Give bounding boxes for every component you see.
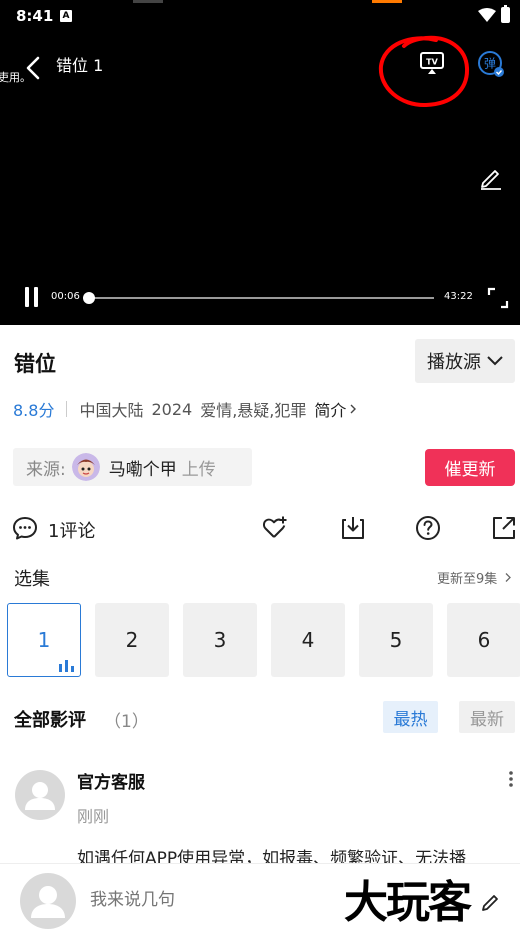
danmu-label: 弹 — [484, 57, 496, 71]
notification-icon: A — [60, 10, 72, 22]
danmu-toggle-icon[interactable]: 弹 — [477, 50, 505, 78]
comment-icon[interactable] — [12, 516, 38, 540]
region: 中国大陆 — [79, 401, 144, 420]
comment-count[interactable]: 1评论 — [48, 517, 95, 543]
intro-link[interactable]: 简介 — [314, 397, 346, 421]
review-author[interactable]: 官方客服 — [77, 768, 145, 793]
total-time: 43:22 — [444, 291, 473, 302]
uploader-info[interactable]: 来源: 马嘞个甲 上传 — [13, 448, 252, 486]
chevron-right-icon — [350, 404, 357, 414]
video-title: 错位 1 — [56, 56, 104, 75]
tv-icon-label: TV — [426, 58, 438, 67]
status-time: 8:41 — [16, 7, 54, 25]
help-icon[interactable] — [415, 515, 441, 541]
default-avatar-icon — [31, 886, 65, 918]
edit-icon[interactable] — [480, 890, 502, 912]
chevron-right-icon — [505, 573, 512, 582]
review-time: 刚刚 — [77, 807, 110, 826]
divider — [66, 401, 68, 417]
progress-knob[interactable] — [82, 292, 95, 304]
episodes-label: 选集 — [14, 569, 50, 590]
chevron-down-icon — [487, 356, 503, 366]
download-icon[interactable] — [340, 515, 366, 541]
episode-item[interactable]: 3 — [183, 603, 257, 677]
danmu-edit-icon[interactable] — [478, 164, 504, 190]
wifi-icon — [478, 8, 496, 22]
share-icon[interactable] — [491, 515, 517, 541]
action-row: 1评论 — [0, 510, 520, 546]
uploader-prefix: 来源: — [26, 459, 66, 480]
episode-number: 5 — [389, 628, 403, 652]
status-bar: 8:41 A — [0, 0, 520, 34]
reviews-title: 全部影评 — [14, 710, 86, 731]
uploader-suffix: 上传 — [181, 459, 216, 480]
uploader-avatar — [71, 453, 100, 481]
year: 2024 — [151, 399, 193, 419]
video-player[interactable]: 8:41 A 吏用。 错位 1 TV 弹 00:06 43:22 — [0, 0, 520, 325]
episode-item[interactable]: 1 — [7, 603, 81, 677]
episode-number: 3 — [213, 628, 227, 652]
episode-number: 2 — [125, 628, 139, 652]
comment-input[interactable] — [90, 890, 330, 910]
default-avatar-icon — [25, 782, 55, 810]
score: 8.8分 — [13, 401, 55, 420]
episode-item[interactable]: 4 — [271, 603, 345, 677]
status-indicator — [133, 0, 163, 3]
status-indicator-orange — [372, 0, 402, 3]
genres: 爱情,悬疑,犯罪 — [200, 401, 307, 420]
episodes-update-link[interactable]: 更新至9集 — [437, 568, 513, 587]
episode-item[interactable]: 2 — [95, 603, 169, 677]
avatar[interactable] — [20, 873, 76, 929]
bottom-comment-bar: 大玩客 — [0, 863, 520, 937]
play-source-label: 播放源 — [427, 352, 481, 373]
episode-number: 4 — [301, 628, 315, 652]
fullscreen-icon[interactable] — [487, 287, 509, 309]
episode-item[interactable]: 6 — [447, 603, 520, 677]
player-controls: 00:06 43:22 — [0, 284, 520, 310]
urge-update-button[interactable]: 催更新 — [425, 449, 515, 486]
episode-item[interactable]: 5 — [359, 603, 433, 677]
pause-button[interactable] — [22, 287, 42, 309]
sort-hot-button[interactable]: 最热 — [383, 701, 438, 733]
episode-number: 1 — [37, 628, 51, 652]
play-source-button[interactable]: 播放源 — [415, 339, 515, 383]
progress-bar[interactable] — [82, 292, 434, 304]
current-time: 00:06 — [51, 291, 80, 302]
watermark-logo: 大玩客 — [344, 877, 472, 928]
episode-list: 1 2 3 4 5 6 — [7, 603, 520, 677]
episodes-update-text: 更新至9集 — [437, 572, 498, 587]
avatar[interactable] — [15, 770, 65, 820]
more-options-icon[interactable] — [506, 770, 516, 788]
uploader-name: 马嘞个甲 — [108, 459, 177, 480]
sort-new-button[interactable]: 最新 — [459, 701, 515, 733]
drama-title: 错位 — [14, 352, 56, 376]
favorite-add-icon[interactable] — [262, 515, 288, 541]
playing-indicator-icon — [59, 660, 74, 672]
episode-number: 6 — [477, 628, 491, 652]
battery-icon — [501, 5, 510, 23]
tv-cast-icon[interactable]: TV — [418, 51, 446, 75]
back-icon[interactable] — [20, 54, 48, 82]
reviews-count: （1） — [104, 712, 149, 732]
meta-row: 8.8分 中国大陆 2024 爱情,悬疑,犯罪 简介 — [13, 397, 358, 421]
